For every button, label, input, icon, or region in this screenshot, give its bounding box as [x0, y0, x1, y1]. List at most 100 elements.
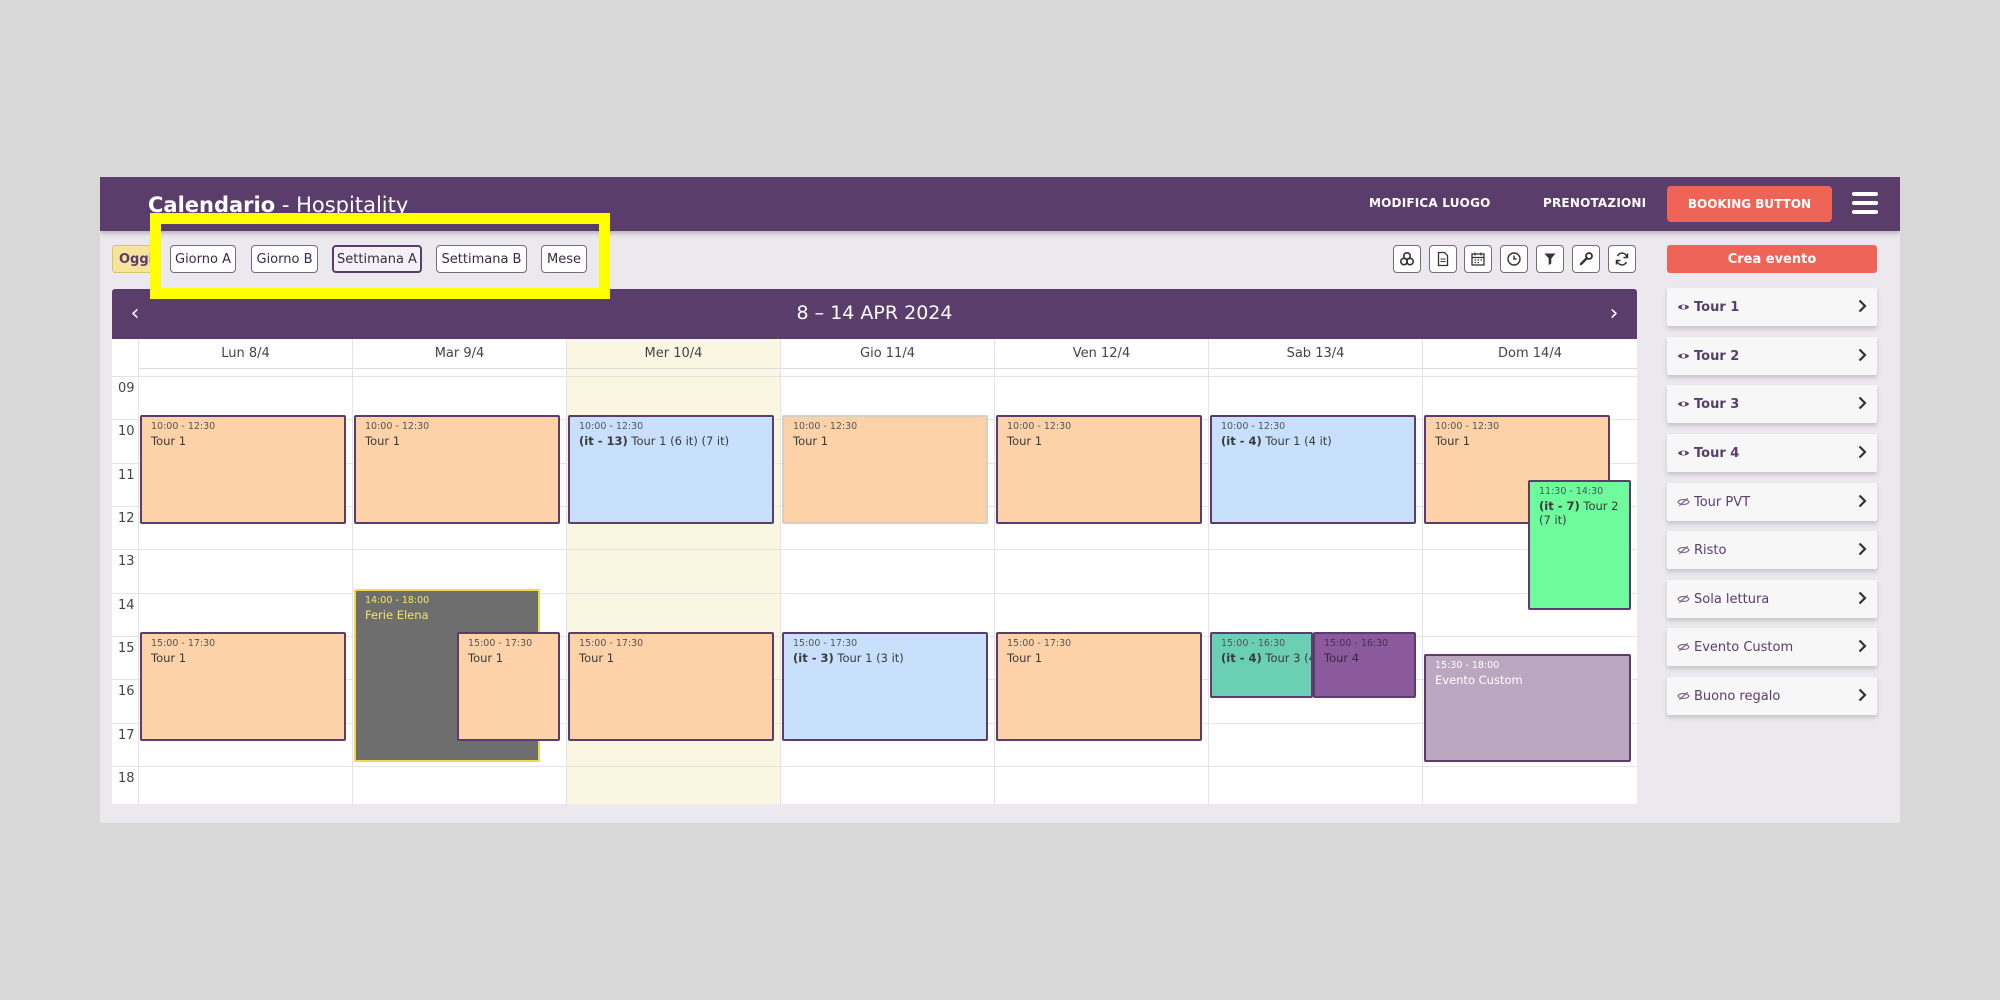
category-risto[interactable]: Risto [1667, 531, 1877, 569]
clock-icon[interactable] [1500, 245, 1528, 273]
view-giorno-a-button[interactable]: Giorno A [170, 245, 236, 273]
eye-icon [1677, 353, 1690, 359]
day-column-divider [138, 369, 139, 804]
filter-icon[interactable] [1536, 245, 1564, 273]
event-title: Tour 1 [151, 651, 187, 665]
hour-label: 12 [118, 511, 135, 526]
chevron-right-icon [1858, 639, 1867, 653]
event-card[interactable]: 10:00 - 12:30 (it - 13) Tour 1 (6 it) (7… [568, 415, 774, 524]
event-title: (it - 7) Tour 2 (7 it) [1539, 499, 1620, 527]
document-icon[interactable] [1429, 245, 1457, 273]
eye-icon [1677, 450, 1690, 456]
event-card[interactable]: 10:00 - 12:30 Tour 1 [140, 415, 346, 524]
category-label: Tour PVT [1694, 494, 1751, 510]
day-column-divider [994, 369, 995, 804]
event-title: Tour 1 [1435, 434, 1471, 448]
event-prefix: (it - 4) [1221, 651, 1262, 665]
event-time: 15:00 - 17:30 [468, 638, 533, 649]
category-label: Tour 3 [1694, 396, 1740, 412]
view-settimana-b-button[interactable]: Settimana B [436, 245, 527, 273]
event-title: Tour 1 [365, 434, 401, 448]
event-title: (it - 4) Tour 3 (4 [1221, 651, 1311, 665]
hamburger-menu-icon[interactable] [1852, 192, 1878, 216]
event-card[interactable]: 11:30 - 14:30 (it - 7) Tour 2 (7 it) [1528, 480, 1631, 610]
calendar-icon[interactable] [1464, 245, 1492, 273]
event-time: 15:00 - 16:30 [1324, 638, 1389, 649]
category-tour-3[interactable]: Tour 3 [1667, 385, 1877, 423]
category-tour-4[interactable]: Tour 4 [1667, 434, 1877, 472]
category-label: Tour 2 [1694, 348, 1740, 364]
event-card[interactable]: 15:00 - 17:30 Tour 1 [568, 632, 774, 741]
day-header-wed: Mer 10/4 [566, 339, 780, 369]
event-title: Tour 1 [793, 434, 829, 448]
event-card[interactable]: 15:00 - 17:30 (it - 3) Tour 1 (3 it) [782, 632, 988, 741]
refresh-icon[interactable] [1608, 245, 1636, 273]
event-card[interactable]: 15:00 - 16:30 (it - 4) Tour 3 (4 [1210, 632, 1313, 698]
event-card[interactable]: 15:00 - 16:30 Tour 4 [1313, 632, 1416, 698]
eye-slash-icon [1677, 594, 1690, 604]
event-prefix: (it - 7) [1539, 499, 1580, 513]
eye-slash-icon [1677, 497, 1690, 507]
hour-label: 11 [118, 468, 135, 483]
event-title: Tour 4 [1324, 651, 1360, 665]
category-tour-pvt[interactable]: Tour PVT [1667, 483, 1877, 521]
event-name: Tour 1 (6 it) (7 it) [631, 434, 730, 448]
event-card[interactable]: 15:00 - 17:30 Tour 1 [996, 632, 1202, 741]
event-title: Tour 1 [1007, 651, 1043, 665]
layers-icon[interactable] [1393, 245, 1421, 273]
calendar-grid: Lun 8/4 Mar 9/4 Mer 10/4 Gio 11/4 Ven 12… [112, 339, 1637, 804]
category-tour-1[interactable]: Tour 1 [1667, 288, 1877, 326]
chevron-right-icon [1858, 299, 1867, 313]
event-time: 10:00 - 12:30 [579, 421, 644, 432]
event-card[interactable]: 10:00 - 12:30 Tour 1 [996, 415, 1202, 524]
category-buono-regalo[interactable]: Buono regalo [1667, 677, 1877, 715]
hour-line [112, 376, 1637, 377]
category-sola-lettura[interactable]: Sola lettura [1667, 580, 1877, 618]
category-label: Buono regalo [1694, 688, 1781, 704]
day-header-sun: Dom 14/4 [1422, 339, 1637, 369]
event-name: Tour 1 (4 it) [1265, 434, 1332, 448]
event-title: Evento Custom [1435, 673, 1523, 687]
nav-modifica-luogo[interactable]: MODIFICA LUOGO [1369, 196, 1491, 210]
chevron-right-icon [1858, 591, 1867, 605]
view-mese-button[interactable]: Mese [541, 245, 587, 273]
eye-slash-icon [1677, 545, 1690, 555]
event-card[interactable]: 10:00 - 12:30 Tour 1 [354, 415, 560, 524]
chevron-right-icon [1858, 542, 1867, 556]
hour-label: 15 [118, 641, 135, 656]
chevron-right-icon [1858, 348, 1867, 362]
today-button[interactable]: Oggi [112, 245, 158, 273]
day-column-divider [780, 369, 781, 804]
chevron-right-icon [1858, 396, 1867, 410]
event-title: (it - 13) Tour 1 (6 it) (7 it) [579, 434, 763, 448]
eye-icon [1677, 304, 1690, 310]
view-settimana-a-button[interactable]: Settimana A [332, 245, 422, 273]
hour-line [112, 766, 1637, 767]
view-giorno-b-button[interactable]: Giorno B [251, 245, 318, 273]
create-event-button[interactable]: Crea evento [1667, 245, 1877, 273]
event-title: Tour 1 [1007, 434, 1043, 448]
category-evento-custom[interactable]: Evento Custom [1667, 628, 1877, 666]
event-card[interactable]: 10:00 - 12:30 Tour 1 [782, 415, 988, 524]
event-time: 11:30 - 14:30 [1539, 486, 1604, 497]
event-name: Tour 3 (4 [1265, 651, 1313, 665]
eye-slash-icon [1677, 691, 1690, 701]
event-prefix: (it - 4) [1221, 434, 1262, 448]
event-card[interactable]: 10:00 - 12:30 (it - 4) Tour 1 (4 it) [1210, 415, 1416, 524]
hour-label: 17 [118, 728, 135, 743]
event-time: 15:00 - 17:30 [579, 638, 644, 649]
event-time: 10:00 - 12:30 [1221, 421, 1286, 432]
wrench-icon[interactable] [1572, 245, 1600, 273]
event-card[interactable]: 15:00 - 17:30 Tour 1 [457, 632, 560, 741]
booking-button[interactable]: BOOKING BUTTON [1667, 186, 1832, 222]
event-card[interactable]: 15:30 - 18:00 Evento Custom [1424, 654, 1631, 762]
app-window: Calendario - Hospitality MODIFICA LUOGO … [100, 177, 1900, 823]
category-tour-2[interactable]: Tour 2 [1667, 337, 1877, 375]
event-title: (it - 3) Tour 1 (3 it) [793, 651, 977, 665]
event-card[interactable]: 15:00 - 17:30 Tour 1 [140, 632, 346, 741]
event-name: Tour 1 (3 it) [837, 651, 904, 665]
event-time: 10:00 - 12:30 [365, 421, 430, 432]
next-week-button[interactable]: › [1599, 299, 1629, 329]
top-bar: Calendario - Hospitality MODIFICA LUOGO … [100, 177, 1900, 231]
nav-prenotazioni[interactable]: PRENOTAZIONI [1543, 196, 1646, 210]
